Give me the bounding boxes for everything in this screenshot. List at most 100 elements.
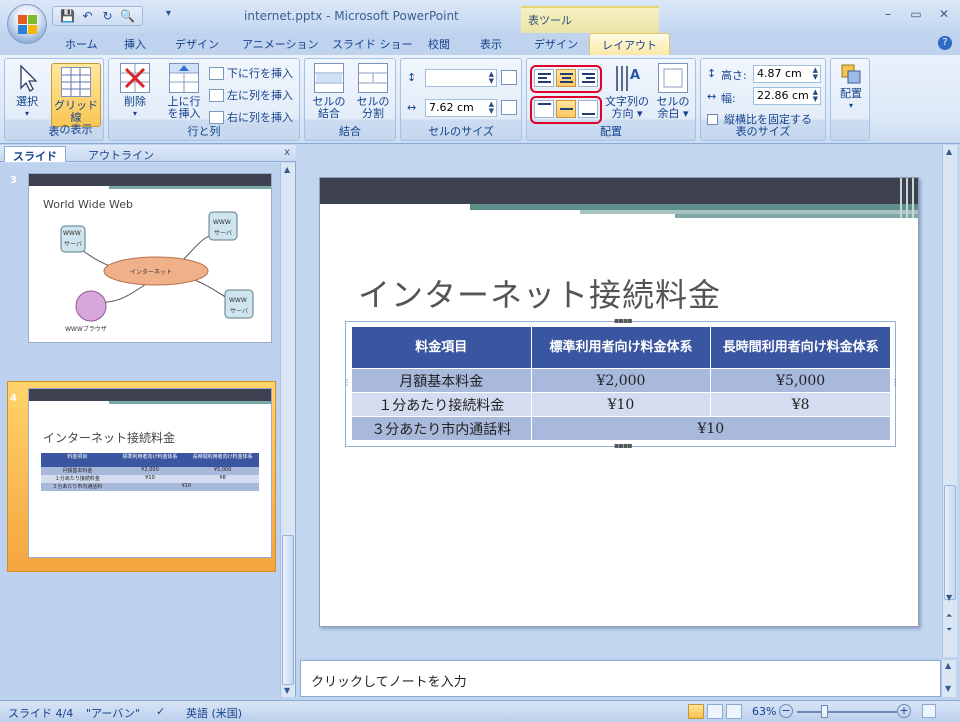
slideshow-view-button[interactable] (726, 704, 742, 719)
table-cell[interactable]: １分あたり接続料金 (351, 392, 532, 417)
distribute-columns-icon[interactable] (501, 100, 517, 115)
table-cell[interactable]: ¥2,000 (530, 368, 712, 393)
zoom-level[interactable]: 63% (752, 705, 776, 718)
slide-scrollbar[interactable]: ▲ ▼ ⏶ ⏷ (942, 145, 957, 657)
undo-icon[interactable]: ↶ (79, 8, 96, 24)
table-width-input[interactable]: 22.86 cm ▲ ▼ (753, 87, 821, 105)
save-icon[interactable]: 💾 (59, 8, 76, 24)
theme-name[interactable]: "アーバン" (86, 705, 140, 721)
arrange-button[interactable]: 配置 ▾ (834, 63, 868, 112)
resize-handle-left[interactable]: ⋮ (343, 378, 351, 387)
align-bottom-button[interactable] (578, 100, 598, 118)
previous-slide-icon[interactable]: ⏶ (946, 611, 952, 621)
table-merged-cell[interactable]: ¥10 (530, 416, 892, 441)
tab-view[interactable]: 表示 (477, 36, 505, 52)
cell-width-spinner-icon[interactable]: ▲ ▼ (489, 101, 494, 115)
select-button[interactable]: 選択 ▾ (9, 63, 45, 120)
slides-pane: スライド アウトライン x 3 World Wide Web WWW サーバ W… (0, 145, 296, 697)
view-gridlines-button[interactable]: グリッド線 の表示 (51, 63, 101, 136)
zoom-in-button[interactable]: + (897, 704, 911, 718)
scroll-down-icon[interactable]: ▼ (945, 684, 951, 693)
zoom-slider-thumb[interactable] (821, 705, 828, 718)
text-direction-button[interactable]: A 文字列の 方向 ▾ (605, 63, 649, 120)
scroll-down-icon[interactable]: ▼ (284, 686, 290, 695)
distribute-rows-icon[interactable] (501, 70, 517, 85)
group-table: 選択 ▾ グリッド線 の表示 表 (4, 58, 104, 141)
insert-column-left-button[interactable]: 左に列を挿入 (209, 87, 293, 103)
align-middle-button[interactable] (556, 100, 576, 118)
tab-design[interactable]: デザイン (172, 36, 222, 52)
fee-table[interactable]: 料金項目 標準利用者向け料金体系 長時間利用者向け料金体系 月額基本料金 ¥2,… (351, 326, 892, 441)
office-button[interactable] (7, 4, 47, 44)
table-cell[interactable]: 月額基本料金 (351, 368, 532, 393)
notes-pane[interactable]: クリックしてノートを入力 (300, 660, 941, 697)
spellcheck-icon[interactable]: ✓ (156, 705, 165, 718)
insert-row-below-button[interactable]: 下に行を挿入 (209, 65, 293, 81)
table-cell[interactable]: ¥8 (710, 392, 891, 417)
normal-view-button[interactable] (688, 704, 704, 719)
merge-cells-button[interactable]: セルの 結合 (309, 63, 349, 120)
cell-height-spinner-icon[interactable]: ▲ ▼ (489, 71, 494, 85)
table-cell[interactable]: ¥10 (530, 392, 712, 417)
cell-margins-button[interactable]: セルの 余白 ▾ (653, 63, 693, 120)
scroll-thumb[interactable] (944, 485, 956, 600)
insert-row-below-icon (209, 66, 224, 80)
table-header-cell[interactable]: 標準利用者向け料金体系 (530, 326, 712, 369)
close-button[interactable]: ✕ (936, 7, 952, 21)
table-header-cell[interactable]: 料金項目 (351, 326, 532, 369)
tab-outline[interactable]: アウトライン (80, 146, 162, 162)
customize-qat-icon[interactable]: ▾ (166, 8, 171, 19)
delete-button[interactable]: 削除 ▾ (115, 63, 155, 120)
cell-width-input[interactable]: 7.62 cm ▲ ▼ (425, 99, 497, 117)
table-height-input[interactable]: 4.87 cm ▲ ▼ (753, 65, 821, 83)
slide-sorter-view-button[interactable] (707, 704, 723, 719)
tab-review[interactable]: 校閲 (425, 36, 453, 52)
split-cells-button[interactable]: セルの 分割 (353, 63, 393, 120)
table-cell[interactable]: ３分あたり市内通話料 (351, 416, 532, 441)
tab-animation[interactable]: アニメーション (239, 36, 322, 52)
tab-home[interactable]: ホーム (62, 36, 101, 52)
table-width-spinner-icon[interactable]: ▲ ▼ (813, 89, 818, 103)
slide-title[interactable]: インターネット接続料金 (358, 270, 721, 316)
tab-slideshow[interactable]: スライド ショー (329, 36, 416, 52)
scroll-up-icon[interactable]: ▲ (284, 165, 290, 174)
fit-to-window-icon[interactable] (922, 704, 936, 718)
tab-insert[interactable]: 挿入 (121, 36, 149, 52)
scroll-up-icon[interactable]: ▲ (945, 661, 951, 670)
tab-slides[interactable]: スライド (4, 146, 66, 163)
thumbnails-scrollbar[interactable]: ▲ ▼ (280, 163, 295, 697)
align-top-button[interactable] (534, 100, 554, 118)
table-header-cell[interactable]: 長時間利用者向け料金体系 (710, 326, 891, 369)
table-cell[interactable]: ¥5,000 (710, 368, 891, 393)
resize-handle-top[interactable]: ▪▪▪▪ (614, 316, 633, 325)
scroll-down-icon[interactable]: ▼ (946, 593, 952, 602)
insert-row-above-button[interactable]: 上に行 を挿入 (163, 63, 205, 120)
table-height-spinner-icon[interactable]: ▲ ▼ (813, 67, 818, 81)
group-label-alignment: 配置 (600, 125, 622, 138)
redo-icon[interactable]: ↻ (99, 8, 116, 24)
table-frame[interactable]: ▪▪▪▪ ▪▪▪▪ ⋮ ⋮ 料金項目 標準利用者向け料金体系 長時間利用者向け料… (343, 316, 899, 450)
align-left-button[interactable] (534, 69, 554, 87)
print-preview-icon[interactable]: 🔍 (119, 8, 136, 24)
cell-height-input[interactable]: ▲ ▼ (425, 69, 497, 87)
tab-table-layout[interactable]: レイアウト (589, 33, 670, 55)
notes-scrollbar[interactable]: ▲ ▼ (941, 660, 956, 697)
restore-button[interactable]: ▭ (908, 7, 924, 21)
slide-canvas[interactable]: インターネット接続料金 ▪▪▪▪ ▪▪▪▪ ⋮ ⋮ 料金項目 標準利用者向け料金… (319, 177, 919, 627)
zoom-slider-track[interactable] (797, 711, 897, 713)
slide-thumbnail-4[interactable]: インターネット接続料金 料金項目 標準利用者向け料金体系 長時間利用者向け料金体… (28, 388, 272, 558)
minimize-button[interactable]: – (880, 7, 896, 21)
language-indicator[interactable]: 英語 (米国) (186, 705, 242, 721)
zoom-out-button[interactable]: − (779, 704, 793, 718)
slide-thumbnail-3[interactable]: World Wide Web WWW サーバ WWW サーバ WWW サーバ イ… (28, 173, 272, 343)
tab-table-design[interactable]: デザイン (531, 36, 581, 52)
align-center-button[interactable] (556, 69, 576, 87)
close-pane-icon[interactable]: x (284, 147, 290, 158)
resize-handle-right[interactable]: ⋮ (891, 378, 899, 387)
align-right-button[interactable] (578, 69, 598, 87)
scroll-up-icon[interactable]: ▲ (946, 147, 952, 156)
resize-handle-bottom[interactable]: ▪▪▪▪ (614, 441, 633, 450)
scroll-thumb[interactable] (282, 535, 294, 685)
help-icon[interactable]: ? (938, 36, 952, 50)
next-slide-icon[interactable]: ⏷ (946, 625, 952, 635)
